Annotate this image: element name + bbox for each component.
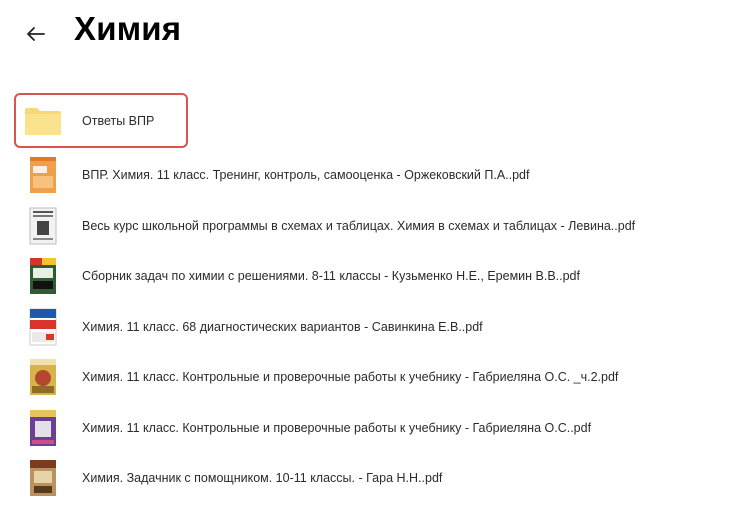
- book-cover-icon: [24, 358, 62, 396]
- file-browser: Химия Ответы ВПР ВПР. Химия. 11 класс. Т…: [0, 0, 730, 530]
- list-item-file[interactable]: Химия. Задачник с помощником. 10-11 клас…: [14, 453, 714, 504]
- header: Химия: [0, 0, 730, 70]
- folder-icon: [24, 102, 62, 140]
- list-item-file[interactable]: Химия. 11 класс. Контрольные и проверочн…: [14, 403, 714, 454]
- file-name: Весь курс школьной программы в схемах и …: [82, 218, 636, 233]
- list-item-folder-otvety-vpr[interactable]: Ответы ВПР: [14, 93, 188, 148]
- list-item-file[interactable]: Химия. 11 класс. 68 диагностических вари…: [14, 302, 714, 353]
- list-item-file[interactable]: ВПР. Химия. 11 класс. Тренинг, контроль,…: [14, 150, 714, 201]
- book-cover-icon: [24, 207, 62, 245]
- list-item-file[interactable]: Весь курс школьной программы в схемах и …: [14, 201, 714, 252]
- file-name: Химия. Задачник с помощником. 10-11 клас…: [82, 471, 443, 486]
- list-item-file[interactable]: Химия. 11 класс. Контрольные и проверочн…: [14, 352, 714, 403]
- list-item-file[interactable]: Сборник задач по химии с решениями. 8-11…: [14, 251, 714, 302]
- file-name: Сборник задач по химии с решениями. 8-11…: [82, 269, 580, 284]
- book-cover-icon: [24, 459, 62, 497]
- file-name: Ответы ВПР: [82, 113, 155, 128]
- file-name: Химия. 11 класс. Контрольные и проверочн…: [82, 420, 592, 435]
- back-button[interactable]: [22, 20, 50, 48]
- page-title: Химия: [74, 10, 182, 47]
- file-name: Химия. 11 класс. 68 диагностических вари…: [82, 319, 483, 334]
- file-name: Химия. 11 класс. Контрольные и проверочн…: [82, 370, 619, 385]
- book-cover-icon: [24, 156, 62, 194]
- book-cover-icon: [24, 308, 62, 346]
- arrow-left-icon: [27, 27, 45, 41]
- file-list: Ответы ВПР ВПР. Химия. 11 класс. Тренинг…: [14, 93, 714, 504]
- file-name: ВПР. Химия. 11 класс. Тренинг, контроль,…: [82, 168, 530, 183]
- book-cover-icon: [24, 257, 62, 295]
- book-cover-icon: [24, 409, 62, 447]
